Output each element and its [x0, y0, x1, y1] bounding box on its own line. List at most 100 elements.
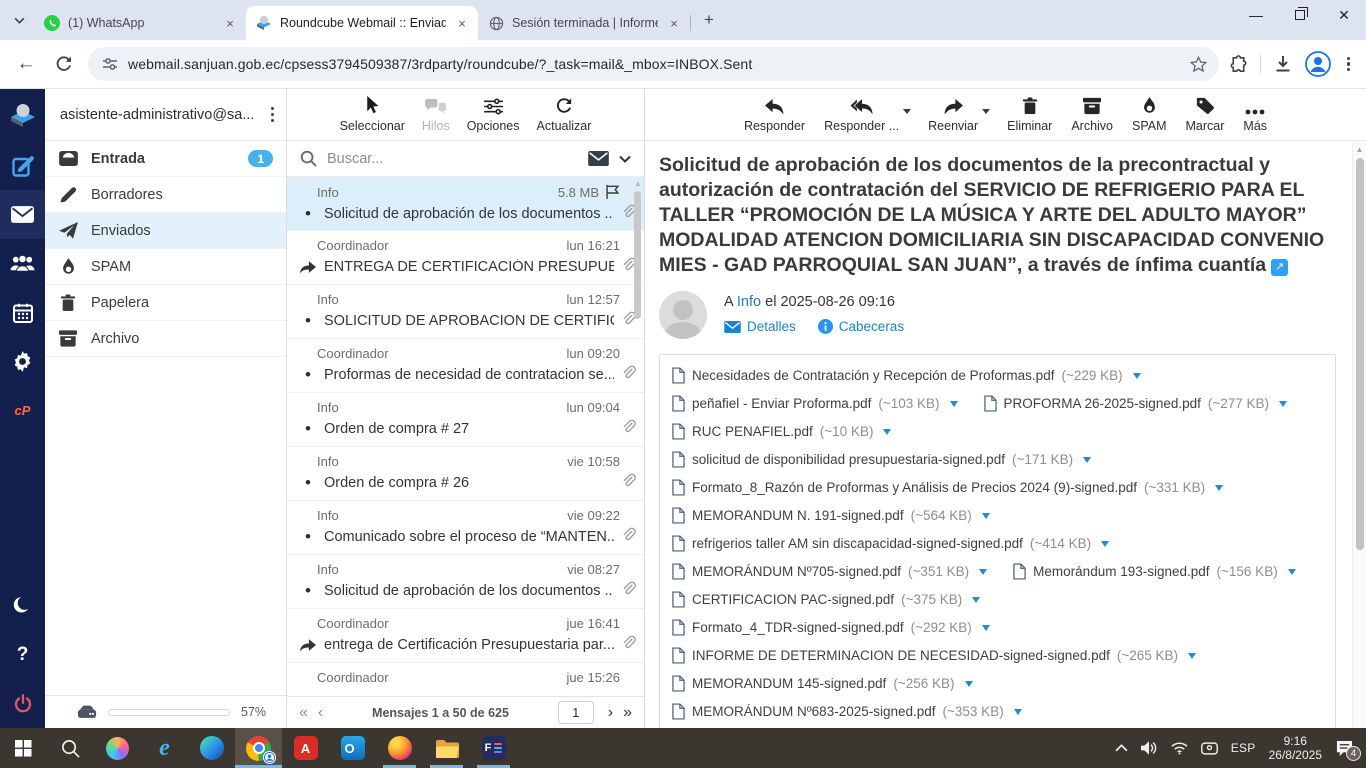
flag-icon[interactable]	[605, 184, 620, 200]
message-row[interactable]: Coordinador lun 16:21 • ENTREGA DE CERTI…	[287, 231, 644, 285]
browser-menu-icon[interactable]	[1343, 53, 1354, 76]
taskbar-forms-button[interactable]: F	[470, 728, 517, 768]
attachment-menu-caret-icon[interactable]	[1083, 457, 1091, 467]
folder-papelera[interactable]: Papelera	[45, 285, 286, 321]
message-row[interactable]: Info 5.8 MB • Solicitud de aprobación de…	[287, 177, 644, 231]
attachment-menu-caret-icon[interactable]	[950, 401, 958, 411]
select-button[interactable]: Seleccionar	[340, 96, 405, 140]
meet-now-icon[interactable]	[1201, 742, 1218, 755]
search-input[interactable]	[327, 151, 578, 167]
wifi-icon[interactable]	[1171, 742, 1188, 755]
message-row[interactable]: Info lun 12:57 • SOLICITUD DE APROBACION…	[287, 285, 644, 339]
rail-compose-button[interactable]	[0, 141, 45, 190]
window-restore-button[interactable]	[1278, 0, 1322, 30]
attachment-item[interactable]: Formato_8_Razón de Proformas y Análisis …	[672, 473, 1223, 501]
folder-menu-icon[interactable]	[267, 103, 278, 126]
attachment-item[interactable]: MEMORÁNDUM Nº705-signed.pdf (~351 KB)	[672, 557, 987, 585]
taskbar-acrobat-button[interactable]: A	[282, 728, 329, 768]
attachment-item[interactable]: Formato_4_TDR-signed-signed.pdf (~292 KB…	[672, 613, 990, 641]
list-scrollbar[interactable]: ▲	[633, 179, 643, 696]
window-minimize-button[interactable]: —	[1234, 0, 1278, 30]
attachment-menu-caret-icon[interactable]	[965, 681, 973, 691]
message-row[interactable]: Coordinador lun 09:20 • Proformas de nec…	[287, 339, 644, 393]
next-page-button[interactable]: ›	[608, 705, 613, 721]
reader-scrollbar[interactable]: ▲	[1352, 142, 1366, 728]
chevron-down-icon[interactable]	[903, 109, 911, 118]
notification-center-button[interactable]: 4	[1335, 740, 1354, 757]
attachment-item[interactable]: Memorándum 193-signed.pdf (~156 KB)	[1013, 557, 1296, 585]
tab-close-icon[interactable]: ×	[666, 15, 682, 31]
attachment-item[interactable]: MEMORANDUM N. 191-signed.pdf (~564 KB)	[672, 501, 990, 529]
attachment-menu-caret-icon[interactable]	[1215, 485, 1223, 495]
tab-roundcube-active[interactable]: Roundcube Webmail :: Enviados ×	[246, 6, 478, 40]
tab-close-icon[interactable]: ×	[222, 15, 238, 31]
taskbar-firefox-button[interactable]	[376, 728, 423, 768]
folder-spam[interactable]: SPAM	[45, 249, 286, 285]
tray-chevron-up-icon[interactable]	[1115, 744, 1128, 752]
list-scrollbar-thumb[interactable]	[634, 191, 641, 319]
search-scope-mail-icon[interactable]	[588, 151, 609, 166]
tab-session-terminada[interactable]: Sesión terminada | Informes Me ×	[478, 6, 690, 40]
attachment-item[interactable]: MEMORÁNDUM Nº683-2025-signed.pdf (~353 K…	[672, 697, 1022, 725]
delete-button[interactable]: Eliminar	[1007, 96, 1052, 140]
rail-cpanel-button[interactable]: cP	[0, 386, 45, 435]
rail-contacts-button[interactable]	[0, 239, 45, 288]
folder-archivo[interactable]: Archivo	[45, 321, 286, 357]
message-row[interactable]: Info vie 09:22 • Comunicado sobre el pro…	[287, 501, 644, 555]
rail-settings-button[interactable]	[0, 337, 45, 386]
back-button[interactable]: ←	[12, 50, 40, 78]
details-toggle[interactable]: Detalles	[724, 319, 796, 334]
attachment-menu-caret-icon[interactable]	[979, 569, 987, 579]
reader-scrollbar-thumb[interactable]	[1356, 158, 1364, 550]
start-button[interactable]	[0, 728, 47, 768]
tab-whatsapp[interactable]: (1) WhatsApp ×	[34, 6, 246, 40]
downloads-icon[interactable]	[1273, 54, 1293, 74]
taskbar-outlook-button[interactable]: O	[329, 728, 376, 768]
archive-button[interactable]: Archivo	[1071, 96, 1113, 140]
attachment-menu-caret-icon[interactable]	[1101, 541, 1109, 551]
attachment-item[interactable]: peñafiel - Enviar Proforma.pdf (~103 KB)	[672, 389, 958, 417]
attachment-item[interactable]: refrigerios taller AM sin discapacidad-s…	[672, 529, 1109, 557]
rail-logout-button[interactable]	[0, 679, 45, 728]
attachment-menu-caret-icon[interactable]	[1014, 709, 1022, 719]
reply-all-button[interactable]: Responder ...	[824, 96, 909, 140]
attachment-item[interactable]: RUC PENAFIEL.pdf (~10 KB)	[672, 417, 891, 445]
extensions-icon[interactable]	[1229, 55, 1248, 74]
language-indicator[interactable]: ESP	[1231, 741, 1256, 755]
rail-calendar-button[interactable]	[0, 288, 45, 337]
attachment-menu-caret-icon[interactable]	[982, 625, 990, 635]
attachment-item[interactable]: 8. Solicitud Autorización contra y resol…	[672, 725, 1105, 728]
tab-search-button[interactable]	[6, 7, 32, 33]
attachment-item[interactable]: CERTIFICACION PAC-signed.pdf (~375 KB)	[672, 585, 980, 613]
search-options-chevron-icon[interactable]	[619, 155, 631, 163]
recipient-link[interactable]: Info	[737, 294, 761, 310]
profile-avatar[interactable]	[1305, 51, 1331, 77]
attachment-item[interactable]: solicitud de disponibilidad presupuestar…	[672, 445, 1091, 473]
first-page-button[interactable]: «	[299, 705, 308, 721]
attachment-item[interactable]: PROFORMA 26-2025-signed.pdf (~277 KB)	[984, 389, 1288, 417]
volume-icon[interactable]	[1141, 741, 1158, 755]
bookmark-star-icon[interactable]	[1185, 50, 1213, 78]
attachment-menu-caret-icon[interactable]	[1279, 401, 1287, 411]
reload-button[interactable]	[50, 50, 78, 78]
attachment-menu-caret-icon[interactable]	[1133, 373, 1141, 383]
site-settings-icon[interactable]	[102, 56, 118, 72]
attachment-menu-caret-icon[interactable]	[883, 429, 891, 439]
attachment-item[interactable]: MEMORANDUM 145-signed.pdf (~256 KB)	[672, 669, 973, 697]
folder-entrada[interactable]: Entrada 1	[45, 141, 286, 177]
message-row[interactable]: Info lun 09:04 • Orden de compra # 27	[287, 393, 644, 447]
message-row[interactable]: Info vie 08:27 • Solicitud de aprobación…	[287, 555, 644, 609]
taskbar-search-button[interactable]	[47, 728, 94, 768]
headers-toggle[interactable]: Cabeceras	[818, 319, 904, 334]
more-button[interactable]: Más	[1243, 96, 1267, 140]
attachment-menu-caret-icon[interactable]	[972, 597, 980, 607]
message-row[interactable]: Coordinador jue 16:41 • entrega de Certi…	[287, 609, 644, 663]
folder-borradores[interactable]: Borradores	[45, 177, 286, 213]
open-in-new-window-icon[interactable]: ↗	[1271, 259, 1288, 276]
spam-button[interactable]: SPAM	[1132, 96, 1167, 140]
prev-page-button[interactable]: ‹	[318, 705, 323, 721]
rail-help-button[interactable]: ?	[0, 630, 45, 679]
message-row[interactable]: Info vie 10:58 • Orden de compra # 26	[287, 447, 644, 501]
rail-darkmode-button[interactable]	[0, 581, 45, 630]
taskbar-clock[interactable]: 9:16 26/8/2025	[1269, 734, 1322, 762]
